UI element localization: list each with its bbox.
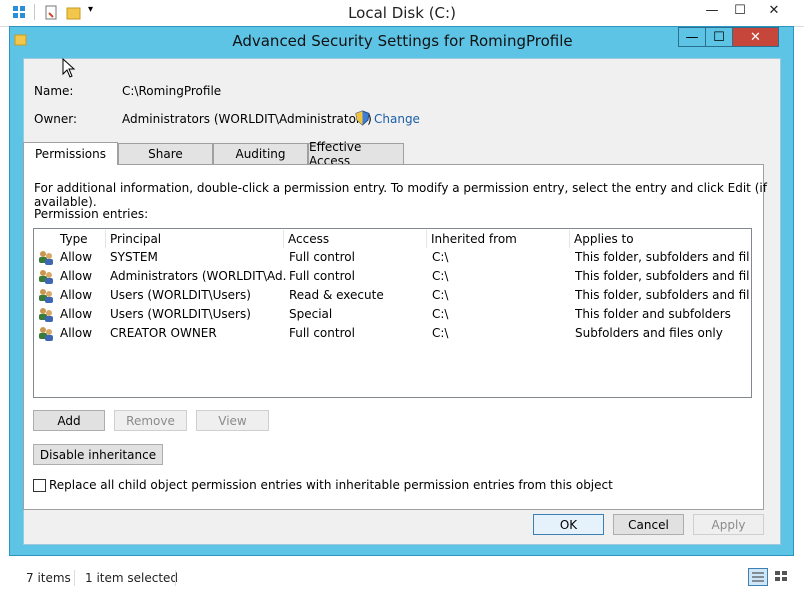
large-icons-view-icon[interactable] [772, 568, 792, 586]
row-access: Read & execute [289, 288, 384, 302]
column-header-principal[interactable]: Principal [106, 230, 284, 248]
info-text: For additional information, double-click… [34, 181, 767, 209]
row-type: Allow [60, 288, 93, 302]
row-applies-to: This folder, subfolders and files [575, 269, 750, 283]
mouse-cursor-icon [62, 57, 76, 81]
tab-permissions[interactable]: Permissions [23, 142, 118, 165]
dialog-close-icon[interactable]: ✕ [732, 27, 779, 47]
users-group-icon [37, 287, 54, 307]
details-view-icon[interactable] [748, 568, 768, 586]
add-button[interactable]: Add [33, 410, 105, 431]
owner-value: Administrators (WORLDIT\Administrators) [122, 112, 372, 126]
column-header-applies-to[interactable]: Applies to [570, 230, 750, 248]
column-header-access[interactable]: Access [284, 230, 427, 248]
row-principal: Users (WORLDIT\Users) [110, 288, 251, 302]
change-owner-link[interactable]: Change [374, 112, 420, 126]
row-access: Full control [289, 269, 355, 283]
name-label: Name: [34, 84, 74, 98]
row-principal: CREATOR OWNER [110, 326, 217, 340]
row-principal: Users (WORLDIT\Users) [110, 307, 251, 321]
row-inherited-from: C:\ [432, 269, 449, 283]
row-inherited-from: C:\ [432, 326, 449, 340]
row-type: Allow [60, 307, 93, 321]
explorer-titlebar: ▾ Local Disk (C:) — ☐ ✕ [0, 0, 804, 27]
row-principal: SYSTEM [110, 250, 158, 264]
view-button[interactable]: View [196, 410, 269, 431]
explorer-statusbar: 7 items 1 item selected [0, 566, 804, 603]
status-selected-count: 1 item selected [85, 571, 179, 585]
tab-auditing[interactable]: Auditing [213, 143, 308, 164]
explorer-minimize-icon[interactable]: — [698, 0, 726, 20]
row-applies-to: This folder and subfolders [575, 307, 731, 321]
row-applies-to: This folder, subfolders and files [575, 288, 750, 302]
cancel-button[interactable]: Cancel [613, 514, 684, 535]
column-header-type[interactable]: Type [56, 230, 106, 248]
explorer-maximize-icon[interactable]: ☐ [726, 0, 754, 20]
status-item-count: 7 items [26, 571, 71, 585]
replace-child-permissions-label: Replace all child object permission entr… [49, 478, 613, 492]
dialog-minimize-icon[interactable]: — [678, 27, 706, 47]
users-group-icon [37, 268, 54, 288]
users-group-icon [37, 249, 54, 269]
disable-inheritance-button[interactable]: Disable inheritance [33, 444, 163, 465]
row-applies-to: Subfolders and files only [575, 326, 723, 340]
permission-entry-row[interactable]: Allow Users (WORLDIT\Users) Special C:\ This… [34, 305, 750, 324]
row-access: Special [289, 307, 333, 321]
row-type: Allow [60, 326, 93, 340]
permission-entry-row[interactable]: Allow SYSTEM Full control C:\ This folder, s… [34, 248, 750, 267]
explorer-window-title: Local Disk (C:) [348, 4, 456, 22]
row-principal: Administrators (WORLDIT\Ad... [110, 269, 286, 283]
ok-button[interactable]: OK [533, 514, 604, 535]
name-value: C:\RomingProfile [122, 84, 222, 98]
row-inherited-from: C:\ [432, 250, 449, 264]
row-access: Full control [289, 326, 355, 340]
remove-button[interactable]: Remove [114, 410, 187, 431]
replace-child-permissions-checkbox[interactable] [33, 479, 46, 492]
owner-label: Owner: [34, 112, 78, 126]
uac-shield-icon [355, 110, 370, 129]
permission-entry-row[interactable]: Allow Users (WORLDIT\Users) Read & execute… [34, 286, 750, 305]
column-header-inherited-from[interactable]: Inherited from [427, 230, 570, 248]
row-type: Allow [60, 269, 93, 283]
permission-entry-row[interactable]: Allow CREATOR OWNER Full control C:\ Subfold… [34, 324, 750, 343]
permission-entries-label: Permission entries: [34, 207, 149, 221]
row-inherited-from: C:\ [432, 307, 449, 321]
row-applies-to: This folder, subfolders and files [575, 250, 750, 264]
permission-entry-row[interactable]: Allow Administrators (WORLDIT\Ad... Full c… [34, 267, 750, 286]
row-inherited-from: C:\ [432, 288, 449, 302]
row-access: Full control [289, 250, 355, 264]
row-type: Allow [60, 250, 93, 264]
dialog-maximize-icon[interactable]: ☐ [705, 27, 733, 47]
tab-effective-access[interactable]: Effective Access [308, 140, 404, 168]
users-group-icon [37, 325, 54, 345]
tab-share[interactable]: Share [118, 143, 213, 164]
apply-button[interactable]: Apply [693, 514, 764, 535]
explorer-close-icon[interactable]: ✕ [760, 0, 788, 20]
users-group-icon [37, 306, 54, 326]
